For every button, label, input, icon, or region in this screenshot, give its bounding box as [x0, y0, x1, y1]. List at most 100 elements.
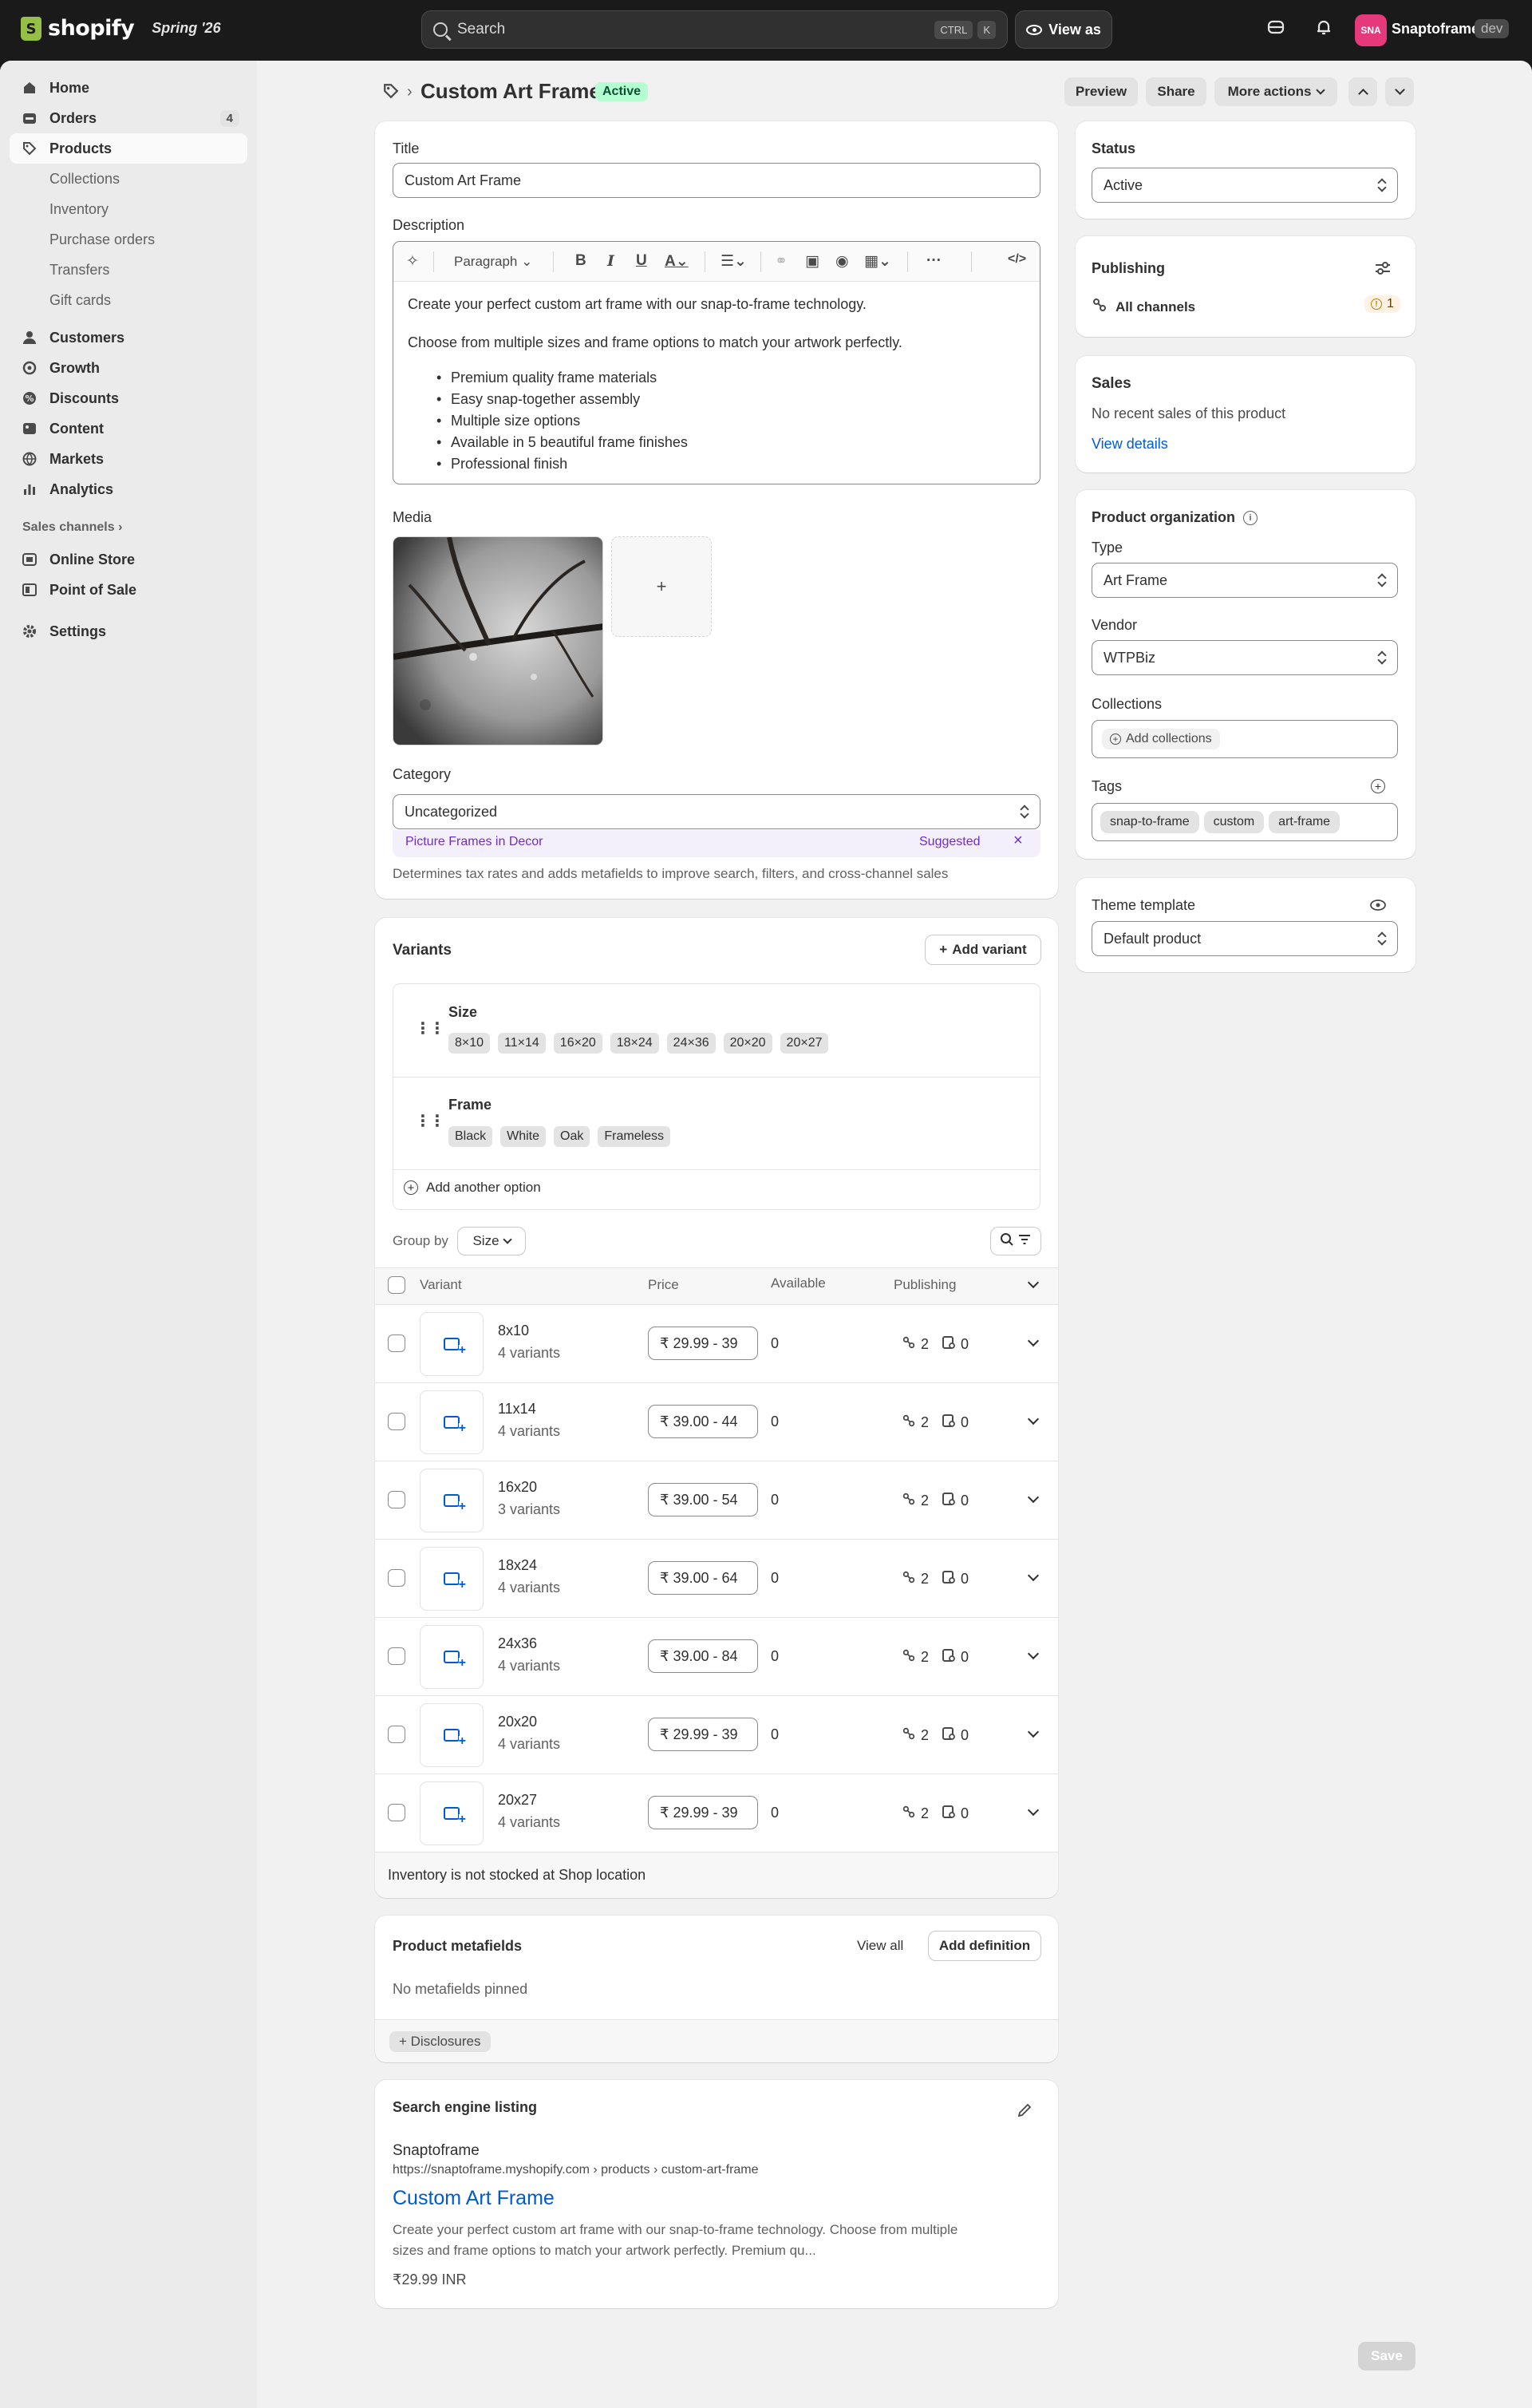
- edit-pencil-icon[interactable]: [1017, 2102, 1033, 2122]
- drag-handle-icon[interactable]: ⋮⋮: [415, 1018, 445, 1038]
- underline-icon[interactable]: U: [636, 252, 647, 270]
- description-editor[interactable]: ✧ Paragraph ⌄ B I U A⌄ ☰⌄ ⚭ ▣ ◉ ▦⌄ ··· <…: [393, 241, 1040, 484]
- image-icon[interactable]: ▣: [805, 252, 819, 271]
- variant-image-placeholder[interactable]: [420, 1703, 484, 1767]
- price-input[interactable]: ₹ 39.00 - 84: [648, 1639, 758, 1673]
- product-tag-icon[interactable]: [383, 83, 399, 99]
- row-checkbox[interactable]: [388, 1647, 405, 1665]
- manage-channels-icon[interactable]: [1374, 260, 1392, 280]
- row-checkbox[interactable]: [388, 1413, 405, 1430]
- italic-icon[interactable]: I: [607, 252, 614, 270]
- add-media-button[interactable]: +: [611, 536, 712, 637]
- sidebar-item-point-of-sale[interactable]: Point of Sale: [10, 575, 247, 605]
- more-actions-button[interactable]: More actions: [1214, 77, 1337, 106]
- sidebar-item-growth[interactable]: Growth: [10, 353, 247, 383]
- sidebar-item-home[interactable]: Home: [10, 73, 247, 103]
- sidebar-item-products[interactable]: Products: [10, 133, 247, 164]
- category-select[interactable]: Uncategorized: [393, 794, 1040, 829]
- sidebar-item-customers[interactable]: Customers: [10, 322, 247, 353]
- expand-row-chevron-icon[interactable]: [1027, 1569, 1040, 1582]
- variant-image-placeholder[interactable]: [420, 1469, 484, 1532]
- sidebar-subitem-transfers[interactable]: Transfers: [49, 262, 109, 279]
- product-image[interactable]: [393, 536, 603, 745]
- sidebar-item-discounts[interactable]: % Discounts: [10, 383, 247, 413]
- expand-row-chevron-icon[interactable]: [1027, 1726, 1040, 1738]
- row-checkbox[interactable]: [388, 1334, 405, 1352]
- row-checkbox[interactable]: [388, 1726, 405, 1743]
- price-input[interactable]: ₹ 29.99 - 39: [648, 1327, 758, 1360]
- preview-button[interactable]: Preview: [1064, 77, 1138, 106]
- vendor-select[interactable]: WTPBiz: [1092, 640, 1398, 675]
- more-icon[interactable]: ···: [926, 252, 942, 270]
- tag-chip[interactable]: snap-to-frame: [1100, 811, 1199, 833]
- all-channels-row[interactable]: All channels: [1092, 297, 1195, 317]
- variant-image-placeholder[interactable]: [420, 1312, 484, 1376]
- table-icon[interactable]: ▦⌄: [864, 252, 891, 271]
- magic-wand-icon[interactable]: ✧: [406, 252, 419, 271]
- price-input[interactable]: ₹ 39.00 - 54: [648, 1483, 758, 1516]
- expand-row-chevron-icon[interactable]: [1027, 1334, 1040, 1347]
- sidekick-icon[interactable]: [1264, 18, 1288, 42]
- price-input[interactable]: ₹ 29.99 - 39: [648, 1718, 758, 1751]
- previous-product-button[interactable]: [1348, 77, 1377, 106]
- link-icon[interactable]: ⚭: [775, 252, 788, 271]
- title-input[interactable]: Custom Art Frame: [393, 163, 1040, 198]
- publishing-alert-badge[interactable]: ! 1: [1364, 295, 1400, 313]
- store-name[interactable]: Snaptoframe: [1392, 21, 1479, 38]
- info-icon[interactable]: i: [1243, 510, 1258, 525]
- close-icon[interactable]: ×: [1013, 832, 1023, 850]
- variant-image-placeholder[interactable]: [420, 1781, 484, 1845]
- bell-icon[interactable]: [1312, 18, 1336, 42]
- view-as-button[interactable]: View as: [1015, 10, 1112, 49]
- add-another-option-button[interactable]: + Add another option: [404, 1180, 541, 1196]
- add-tag-icon[interactable]: +: [1371, 779, 1385, 793]
- table-row[interactable]: 24x364 variants₹ 39.00 - 84020: [375, 1617, 1058, 1695]
- add-definition-button[interactable]: Add definition: [929, 1932, 1040, 1960]
- expand-row-chevron-icon[interactable]: [1027, 1804, 1040, 1817]
- collections-field[interactable]: + Add collections: [1092, 720, 1398, 758]
- view-details-link[interactable]: View details: [1092, 436, 1168, 453]
- table-row[interactable]: 8x104 variants₹ 29.99 - 39020: [375, 1304, 1058, 1382]
- table-row[interactable]: 11x144 variants₹ 39.00 - 44020: [375, 1382, 1058, 1461]
- drag-handle-icon[interactable]: ⋮⋮: [415, 1111, 445, 1131]
- suggested-category-link[interactable]: Picture Frames in Decor: [405, 835, 543, 849]
- status-select[interactable]: Active: [1092, 168, 1398, 203]
- expand-row-chevron-icon[interactable]: [1027, 1491, 1040, 1504]
- variant-image-placeholder[interactable]: [420, 1390, 484, 1454]
- row-checkbox[interactable]: [388, 1569, 405, 1587]
- sidebar-item-orders[interactable]: Orders 4: [10, 103, 247, 133]
- search-bar[interactable]: Search CTRL K: [421, 10, 1008, 49]
- search-filter-button[interactable]: [991, 1228, 1040, 1255]
- table-row[interactable]: 18x244 variants₹ 39.00 - 64020: [375, 1539, 1058, 1617]
- price-input[interactable]: ₹ 39.00 - 64: [648, 1561, 758, 1595]
- variant-image-placeholder[interactable]: [420, 1625, 484, 1689]
- align-icon[interactable]: ☰⌄: [721, 252, 747, 271]
- tag-chip[interactable]: art-frame: [1269, 811, 1340, 833]
- next-product-button[interactable]: [1385, 77, 1414, 106]
- video-icon[interactable]: ◉: [835, 252, 849, 271]
- price-input[interactable]: ₹ 29.99 - 39: [648, 1796, 758, 1829]
- table-row[interactable]: 20x204 variants₹ 29.99 - 39020: [375, 1695, 1058, 1773]
- sidebar-item-analytics[interactable]: Analytics: [10, 474, 247, 504]
- share-button[interactable]: Share: [1146, 77, 1206, 106]
- table-row[interactable]: 20x274 variants₹ 29.99 - 39020: [375, 1773, 1058, 1852]
- save-button[interactable]: Save: [1358, 2342, 1416, 2370]
- sidebar-item-online-store[interactable]: Online Store: [10, 544, 247, 575]
- theme-template-select[interactable]: Default product: [1092, 921, 1398, 956]
- sidebar-subitem-inventory[interactable]: Inventory: [49, 201, 109, 218]
- row-checkbox[interactable]: [388, 1491, 405, 1508]
- select-all-checkbox[interactable]: [388, 1276, 405, 1294]
- text-color-icon[interactable]: A⌄: [665, 252, 689, 271]
- tag-chip[interactable]: custom: [1203, 811, 1265, 833]
- paragraph-style-dropdown[interactable]: Paragraph ⌄: [454, 254, 532, 270]
- sidebar-subitem-collections[interactable]: Collections: [49, 171, 120, 188]
- view-all-button[interactable]: View all: [857, 1938, 903, 1954]
- row-checkbox[interactable]: [388, 1804, 405, 1821]
- variant-image-placeholder[interactable]: [420, 1547, 484, 1611]
- add-variant-button[interactable]: + Add variant: [926, 935, 1040, 964]
- code-view-icon[interactable]: </>: [1008, 252, 1026, 267]
- bold-icon[interactable]: B: [575, 252, 586, 270]
- tags-field[interactable]: snap-to-frame custom art-frame: [1092, 803, 1398, 841]
- sales-channels-heading[interactable]: Sales channels ›: [22, 520, 122, 535]
- sidebar-subitem-gift-cards[interactable]: Gift cards: [49, 292, 111, 309]
